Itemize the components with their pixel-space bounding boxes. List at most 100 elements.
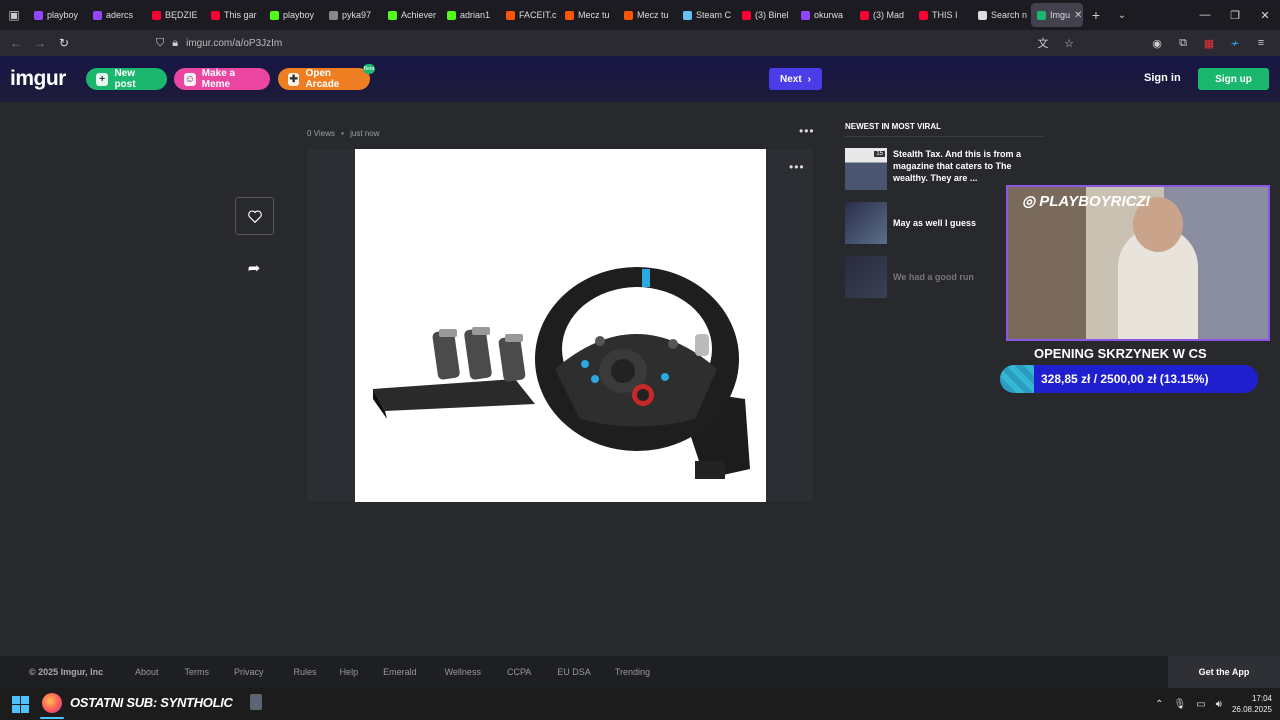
footer-link[interactable]: Terms	[185, 667, 210, 677]
browser-tab[interactable]: okurwa	[795, 3, 854, 27]
new-tab-button[interactable]: +	[1083, 7, 1109, 23]
image-options-icon[interactable]: •••	[789, 160, 805, 174]
plus-icon: +	[96, 72, 109, 86]
shield-icon[interactable]: ⛉	[156, 37, 164, 50]
browser-tab[interactable]: Mecz tu	[559, 3, 618, 27]
post-options-icon[interactable]: •••	[799, 124, 815, 138]
browser-tab[interactable]: Search n	[972, 3, 1031, 27]
new-post-button[interactable]: + New post	[86, 68, 167, 90]
maximize-button[interactable]: ❐	[1220, 0, 1250, 30]
tab-label: okurwa	[814, 10, 844, 20]
close-tab-icon[interactable]: ✕	[1074, 10, 1082, 21]
imgur-footer: © 2025 Imgur, Inc About Terms Privacy Rules…	[0, 656, 1280, 688]
extensions-icon[interactable]: ⧉	[1172, 37, 1194, 50]
browser-tab[interactable]: Achiever	[382, 3, 441, 27]
imgur-header: imgur + New post ☺ Make a Meme ✚ Open Ar…	[0, 56, 1280, 102]
imgur-logo[interactable]: imgur	[10, 67, 66, 91]
chevron-up-icon[interactable]: ⌃	[1155, 699, 1163, 710]
bookmark-star-icon[interactable]: ☆	[1058, 37, 1080, 50]
address-actions: 文 ☆	[1032, 30, 1080, 56]
footer-link[interactable]: Wellness	[445, 667, 481, 677]
footer-link[interactable]: Emerald	[383, 667, 417, 677]
browser-tab[interactable]: Mecz tu	[618, 3, 677, 27]
menu-icon[interactable]: ≡	[1250, 37, 1272, 49]
webcam-overlay: ◎ PLAYBOYRICZI	[1006, 185, 1270, 341]
tab-label: THIS I	[932, 10, 958, 20]
footer-link[interactable]: Help	[340, 667, 359, 677]
browser-tab[interactable]: THIS I	[913, 3, 972, 27]
get-app-button[interactable]: Get the App	[1168, 656, 1280, 688]
extension-icon[interactable]: ≁	[1224, 37, 1246, 50]
active-app-indicator	[40, 717, 64, 719]
lock-icon[interactable]: 🔒︎	[172, 37, 178, 50]
microphone-icon[interactable]: 🎙︎	[1173, 699, 1186, 710]
sign-in-link[interactable]: Sign in	[1144, 72, 1181, 84]
browser-tab[interactable]: (3) Binel	[736, 3, 795, 27]
url-text[interactable]: imgur.com/a/oP3JzIm	[186, 38, 282, 49]
browser-tab[interactable]: playboy	[28, 3, 87, 27]
address-bar[interactable]: ⛉ 🔒︎ imgur.com/a/oP3JzIm	[156, 32, 1076, 54]
windows-start-icon[interactable]	[12, 696, 29, 713]
footer-link[interactable]: EU DSA	[557, 667, 591, 677]
streamer-name: ◎ PLAYBOYRICZI	[1022, 192, 1150, 210]
favorite-button[interactable]	[235, 197, 274, 235]
stream-ticker: OSTATNI SUB: SYNTHOLIC	[70, 695, 233, 710]
viral-thumbnail: 15	[845, 148, 887, 190]
footer-link[interactable]: Trending	[615, 667, 650, 677]
browser-tab[interactable]: adercs	[87, 3, 146, 27]
translate-icon[interactable]: 文	[1032, 35, 1054, 51]
post-time: just now	[350, 129, 380, 138]
make-meme-label: Make a Meme	[201, 68, 236, 90]
tab-label: pyka97	[342, 10, 372, 20]
open-arcade-label: Open Arcade	[305, 68, 340, 90]
tab-label: Mecz tu	[637, 10, 669, 20]
tab-list-icon[interactable]: ▣	[0, 0, 28, 30]
instagram-icon: ◎	[1022, 193, 1036, 210]
calculator-icon[interactable]	[250, 694, 262, 710]
tab-active[interactable]: Imgu ✕	[1031, 3, 1083, 27]
minimize-button[interactable]: —	[1190, 0, 1220, 30]
tab-favicon-icon	[565, 10, 574, 20]
close-window-button[interactable]: ✕	[1250, 0, 1280, 30]
streamer-name-label: PLAYBOYRICZI	[1039, 193, 1150, 210]
tab-label: playboy	[47, 10, 79, 20]
forward-button[interactable]: →	[28, 31, 52, 55]
footer-link[interactable]: About	[135, 667, 159, 677]
browser-tab[interactable]: This gar	[205, 3, 264, 27]
image-count-badge: 15	[874, 151, 885, 157]
tab-favicon-icon	[93, 10, 102, 20]
tab-label: FACEIT.c	[519, 10, 557, 20]
browser-tab[interactable]: (3) Mad	[854, 3, 913, 27]
sign-up-button[interactable]: Sign up	[1198, 68, 1269, 90]
browser-tab[interactable]: Steam C	[677, 3, 736, 27]
make-meme-button[interactable]: ☺ Make a Meme	[174, 68, 270, 90]
browser-tab[interactable]: adrian1	[441, 3, 500, 27]
clock[interactable]: 17:04 26.08.2025	[1232, 693, 1272, 715]
chevron-down-icon[interactable]: ⌄	[1109, 10, 1135, 21]
footer-link[interactable]: Rules	[294, 667, 317, 677]
back-button[interactable]: ←	[4, 31, 28, 55]
browser-tab[interactable]: BĘDZIE	[146, 3, 205, 27]
display-icon[interactable]: ▭	[1196, 699, 1205, 710]
firefox-icon[interactable]	[42, 693, 62, 713]
browser-tab[interactable]: playboy	[264, 3, 323, 27]
share-icon[interactable]: ➦	[244, 258, 264, 278]
browser-tab[interactable]: pyka97	[323, 3, 382, 27]
browser-tab[interactable]: FACEIT.c	[500, 3, 559, 27]
tab-label: (3) Mad	[873, 10, 905, 20]
post-image[interactable]	[355, 149, 766, 502]
tab-favicon-icon	[34, 10, 43, 20]
account-icon[interactable]: ◉	[1146, 37, 1168, 50]
meme-icon: ☺	[184, 72, 196, 86]
volume-icon[interactable]: 🔊︎	[1216, 699, 1222, 710]
tab-favicon-icon	[152, 10, 161, 20]
tab-favicon-icon	[624, 10, 633, 20]
footer-link[interactable]: Privacy	[234, 667, 264, 677]
tab-favicon-icon	[978, 10, 987, 20]
extension-badge-icon[interactable]: ▦	[1198, 37, 1220, 50]
next-button[interactable]: Next ›	[769, 68, 822, 90]
open-arcade-button[interactable]: ✚ Open Arcade	[278, 68, 370, 90]
viral-item[interactable]: 15 Stealth Tax. And this is from a magaz…	[845, 148, 1045, 190]
reload-button[interactable]: ↻	[52, 31, 76, 55]
footer-link[interactable]: CCPA	[507, 667, 531, 677]
